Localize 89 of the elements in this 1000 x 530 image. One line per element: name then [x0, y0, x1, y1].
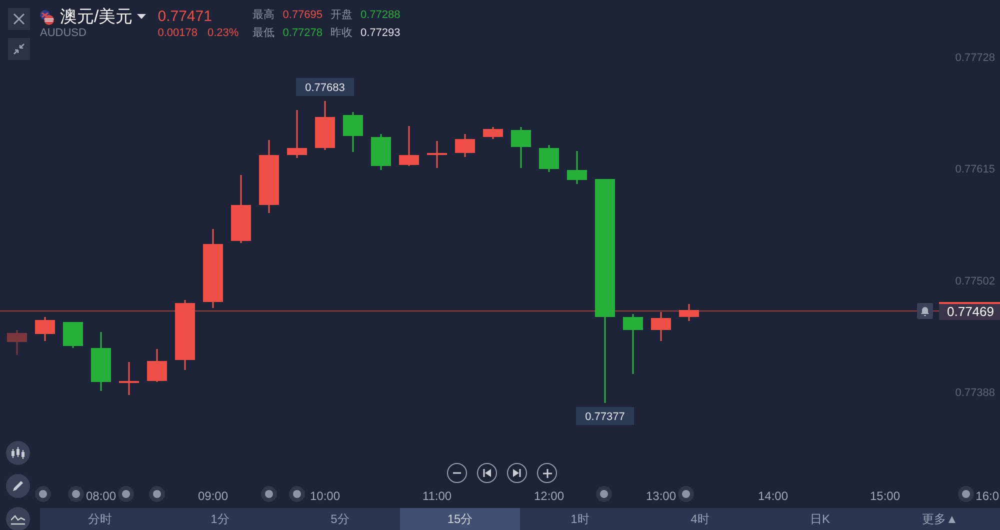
candlestick — [119, 362, 139, 395]
price-change: 0.00178 — [158, 27, 198, 40]
zoom-in-button[interactable] — [537, 463, 557, 483]
x-axis-label: 12:00 — [534, 489, 564, 503]
candlestick — [455, 134, 475, 157]
candlestick — [315, 101, 335, 150]
current-price: 0.77471 — [158, 7, 213, 27]
event-marker[interactable] — [118, 486, 134, 502]
candlestick — [399, 126, 419, 166]
candlestick — [623, 314, 643, 374]
change-percent: 0.23% — [208, 27, 239, 40]
candlestick — [679, 304, 699, 321]
skip-forward-icon — [513, 469, 521, 477]
close-button[interactable] — [8, 8, 30, 30]
plus-icon — [542, 468, 552, 478]
last-price-tag: 0.77469 — [939, 302, 1000, 320]
y-axis-label: 0.77388 — [955, 387, 995, 400]
timeframe-tab[interactable]: 分时 — [40, 508, 160, 530]
instrument-symbol: AUDUSD — [40, 27, 88, 40]
x-axis-label: 10:00 — [310, 489, 340, 503]
minus-icon — [453, 472, 461, 474]
event-marker[interactable] — [149, 486, 165, 502]
draw-button[interactable] — [6, 474, 30, 498]
candlestick — [371, 134, 391, 170]
event-marker[interactable] — [261, 486, 277, 502]
x-axis-label: 09:00 — [198, 489, 228, 503]
chart-type-button[interactable] — [6, 441, 30, 465]
timeframe-tab[interactable]: 更多▲ — [880, 508, 1000, 530]
caret-icon[interactable] — [136, 14, 146, 20]
price-callout: 0.77377 — [576, 407, 634, 425]
candlestick — [147, 349, 167, 382]
stat-value: 0.77695 — [282, 9, 322, 22]
pencil-icon — [12, 480, 24, 492]
skip-forward-button[interactable] — [507, 463, 527, 483]
candlestick — [231, 175, 251, 243]
zoom-out-button[interactable] — [447, 463, 467, 483]
flag-icon — [38, 8, 56, 26]
timeframe-tab[interactable]: 日K — [760, 508, 880, 530]
timeframe-tab[interactable]: 1分 — [160, 508, 280, 530]
stat-value: 0.77293 — [360, 26, 400, 40]
instrument-name[interactable]: 澳元/美元 — [60, 7, 133, 27]
stat-value: 0.77278 — [282, 26, 322, 40]
alert-bell-icon[interactable] — [917, 303, 933, 319]
candlestick — [567, 151, 587, 184]
candlestick — [35, 317, 55, 341]
candlestick — [511, 127, 531, 168]
timeframe-tab[interactable]: 1时 — [520, 508, 640, 530]
x-axis-label: 08:00 — [86, 489, 116, 503]
stat-value: 0.77288 — [360, 9, 400, 22]
stat-label: 开盘 — [330, 9, 352, 22]
collapse-icon — [13, 43, 25, 55]
skip-back-icon — [483, 469, 491, 477]
close-icon — [13, 13, 25, 25]
stat-label: 最高 — [252, 9, 275, 22]
timeframe-tab[interactable]: 4时 — [640, 508, 760, 530]
line-chart-icon — [11, 513, 25, 525]
candlestick — [7, 330, 27, 355]
y-axis-label: 0.77728 — [955, 52, 995, 64]
event-marker[interactable] — [596, 486, 612, 502]
x-axis-label: 16:0 — [976, 489, 999, 503]
event-marker[interactable] — [35, 486, 51, 502]
x-axis-label: 14:00 — [758, 489, 788, 503]
stat-label: 最低 — [252, 26, 275, 40]
candlestick — [427, 141, 447, 168]
event-marker[interactable] — [958, 486, 974, 502]
candlestick-icon — [11, 447, 25, 459]
candlestick — [175, 300, 195, 370]
indicator-button[interactable] — [6, 507, 30, 530]
candlestick — [483, 127, 503, 139]
timeframe-tab[interactable]: 15分 — [400, 508, 520, 530]
timeframe-tab[interactable]: 5分 — [280, 508, 400, 530]
y-axis-label: 0.77502 — [955, 275, 995, 288]
x-axis-label: 11:00 — [422, 489, 452, 503]
x-axis-label: 15:00 — [870, 489, 900, 503]
candlestick — [287, 110, 307, 158]
candlestick — [63, 322, 83, 348]
candlestick — [651, 312, 671, 341]
stat-label: 昨收 — [330, 26, 352, 40]
y-axis-label: 0.77615 — [955, 164, 995, 176]
event-marker[interactable] — [289, 486, 305, 502]
collapse-button[interactable] — [8, 38, 30, 60]
price-callout: 0.77683 — [296, 78, 354, 96]
event-marker[interactable] — [678, 486, 694, 502]
x-axis-label: 13:00 — [646, 489, 676, 503]
event-marker[interactable] — [68, 486, 84, 502]
skip-back-button[interactable] — [477, 463, 497, 483]
candlestick — [539, 145, 559, 172]
candlestick — [343, 112, 363, 152]
candlestick — [91, 332, 111, 391]
